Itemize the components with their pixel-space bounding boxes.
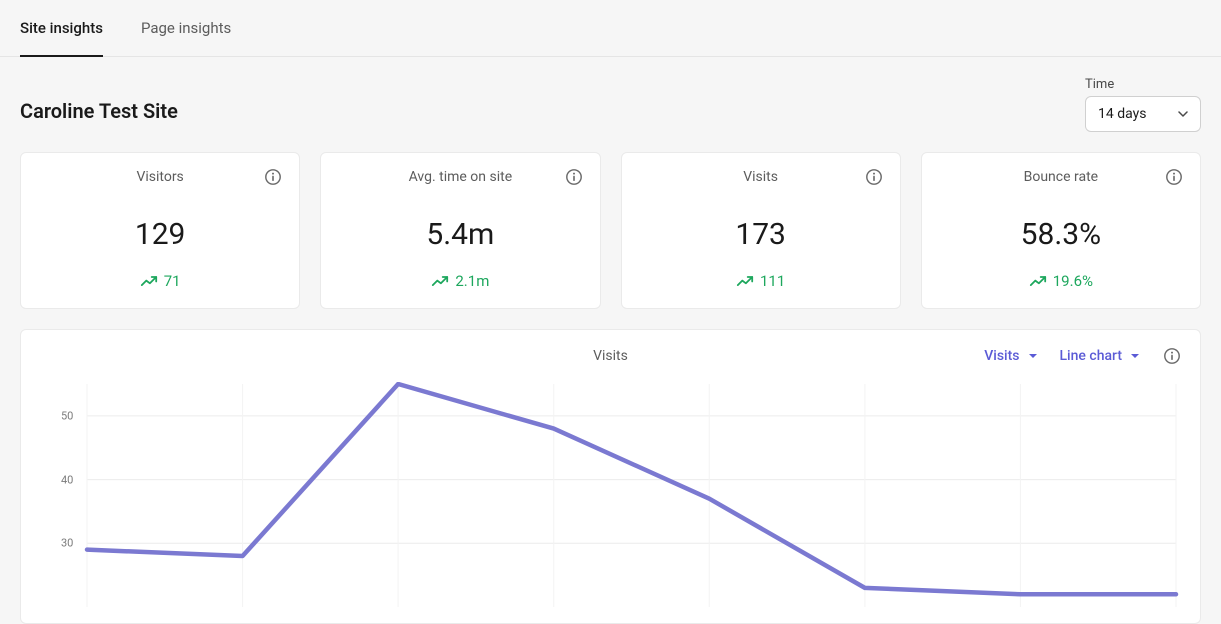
time-filter: Time 14 days [1085, 77, 1201, 132]
chart-area: 30 40 50 [39, 382, 1182, 607]
time-select[interactable]: 14 days [1085, 96, 1201, 132]
card-bounce-rate: Bounce rate 58.3% 19.6% [921, 152, 1201, 309]
info-icon-svg [1163, 347, 1181, 365]
card-title: Avg. time on site [409, 169, 513, 185]
trend-value: 2.1m [455, 272, 489, 290]
metric-cards: Visitors 129 71 Avg. time on site 5.4m 2… [0, 152, 1221, 329]
tab-site-insights-label: Site insights [20, 19, 103, 37]
metric-value: 129 [135, 217, 186, 252]
y-axis-tick: 50 [61, 409, 73, 422]
info-icon[interactable] [564, 167, 584, 187]
card-visitors: Visitors 129 71 [20, 152, 300, 309]
chart-card: Visits Visits Line chart 30 40 50 [20, 329, 1201, 624]
card-title: Visitors [136, 169, 183, 185]
card-visits: Visits 173 111 [621, 152, 901, 309]
header-row: Caroline Test Site Time 14 days [0, 57, 1221, 152]
chart-controls: Visits Line chart [984, 346, 1182, 366]
time-label: Time [1085, 77, 1201, 92]
info-icon[interactable] [263, 167, 283, 187]
time-select-value: 14 days [1098, 106, 1146, 122]
tab-page-insights-label: Page insights [141, 19, 231, 37]
info-icon[interactable] [1164, 167, 1184, 187]
info-icon-svg [565, 168, 583, 186]
trend: 71 [140, 272, 181, 290]
card-title: Visits [743, 169, 778, 185]
info-icon-svg [264, 168, 282, 186]
trend-value: 19.6% [1053, 272, 1093, 290]
info-icon[interactable] [864, 167, 884, 187]
metric-value: 58.3% [1021, 217, 1101, 252]
chart-metric-dropdown-label: Visits [984, 348, 1019, 364]
trend: 19.6% [1029, 272, 1093, 290]
trend-up-icon [736, 274, 754, 289]
y-axis-tick: 40 [61, 473, 73, 486]
caret-down-icon [1178, 111, 1188, 117]
tabs-bar: Site insights Page insights [0, 0, 1221, 57]
trend-up-icon [140, 274, 158, 289]
tab-site-insights[interactable]: Site insights [20, 0, 103, 57]
trend-value: 111 [760, 272, 785, 290]
trend: 111 [736, 272, 785, 290]
caret-down-icon [1028, 353, 1038, 359]
trend-up-icon [431, 274, 449, 289]
chart-metric-dropdown[interactable]: Visits [984, 348, 1037, 364]
info-icon-svg [865, 168, 883, 186]
info-icon[interactable] [1162, 346, 1182, 366]
chart-type-dropdown[interactable]: Line chart [1060, 348, 1141, 364]
page-title: Caroline Test Site [20, 99, 178, 123]
info-icon-svg [1165, 168, 1183, 186]
trend-up-icon [1029, 274, 1047, 289]
trend: 2.1m [431, 272, 489, 290]
caret-down-icon [1130, 353, 1140, 359]
card-title: Bounce rate [1024, 169, 1098, 185]
tab-page-insights[interactable]: Page insights [141, 0, 231, 57]
metric-value: 173 [735, 217, 786, 252]
chart-header: Visits Visits Line chart [39, 346, 1182, 366]
metric-value: 5.4m [426, 217, 494, 252]
trend-value: 71 [164, 272, 181, 290]
y-axis-tick: 30 [61, 537, 73, 550]
chart-svg [39, 382, 1182, 607]
card-avg-time: Avg. time on site 5.4m 2.1m [320, 152, 600, 309]
chart-type-dropdown-label: Line chart [1060, 348, 1123, 364]
